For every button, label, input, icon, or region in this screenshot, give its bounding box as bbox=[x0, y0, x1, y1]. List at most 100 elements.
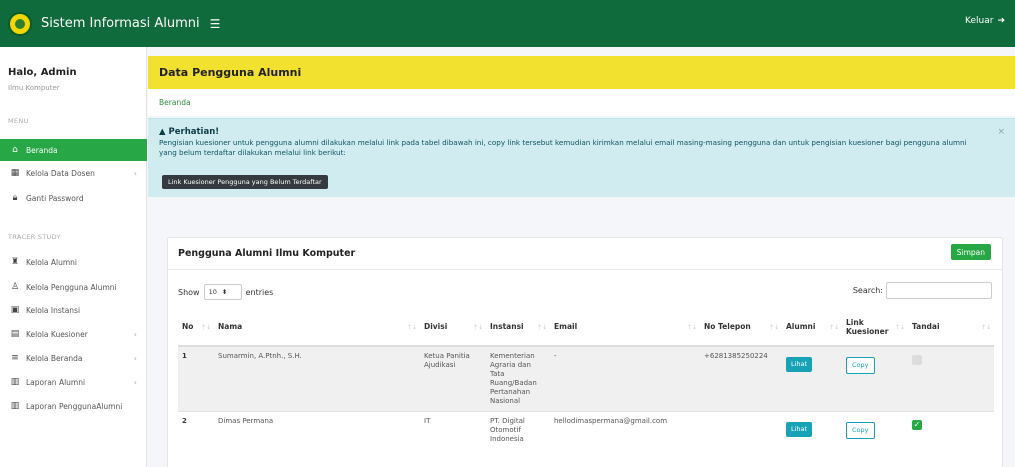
sidebar-item-ganti-password[interactable]: 🔒︎ Ganti Password bbox=[0, 187, 147, 209]
building-icon: ▣ bbox=[10, 305, 20, 315]
user-greeting: Halo, Admin bbox=[8, 67, 77, 78]
unregistered-questionnaire-link-button[interactable]: Link Kuesioner Pengguna yang Belum Terda… bbox=[162, 175, 328, 189]
cell-email: hellodimaspermana@gmail.com bbox=[550, 411, 700, 449]
sidebar-item-label: Laporan Alumni bbox=[26, 377, 86, 387]
cell-instansi: PT. Digital Otomotif Indonesia bbox=[486, 411, 550, 449]
sidebar-item-label: Kelola Kuesioner bbox=[26, 329, 88, 339]
cell-tandai bbox=[908, 346, 994, 412]
home-icon: ⌂ bbox=[12, 145, 18, 155]
sidebar-item-kelola-alumni[interactable]: ♜ Kelola Alumni bbox=[0, 251, 147, 273]
column-header-instansi[interactable]: Instansi ↑↓ bbox=[486, 308, 550, 347]
entries-select[interactable]: 10 ⬍ bbox=[203, 284, 242, 300]
chevron-left-icon: ‹ bbox=[133, 353, 137, 363]
search-input[interactable] bbox=[886, 282, 992, 299]
card-title: Pengguna Alumni Ilmu Komputer bbox=[178, 248, 356, 259]
page-header: Data Pengguna Alumni bbox=[148, 56, 1015, 89]
sidebar-item-label: Ganti Password bbox=[26, 193, 84, 203]
sort-icon: ↑↓ bbox=[894, 324, 905, 331]
sort-icon: ↑↓ bbox=[200, 324, 211, 331]
list-icon: ≡ bbox=[11, 353, 19, 363]
tracer-section-heading: TRACER STUDY bbox=[8, 233, 61, 241]
sidebar-item-kelola-instansi[interactable]: ▣ Kelola Instansi bbox=[0, 299, 147, 321]
search-control: Search: bbox=[853, 282, 992, 299]
graduate-icon: ♜ bbox=[10, 257, 20, 267]
show-label: Show bbox=[178, 287, 200, 297]
column-header-telepon[interactable]: No Telepon ↑↓ bbox=[700, 308, 782, 347]
sort-icon: ↑↓ bbox=[768, 324, 779, 331]
sidebar-item-label: Kelola Beranda bbox=[26, 353, 83, 363]
logout-icon: ➜ bbox=[997, 16, 1005, 26]
cell-email: - bbox=[550, 346, 700, 412]
cell-alumni: Lihat bbox=[782, 411, 842, 449]
search-label: Search: bbox=[852, 286, 883, 295]
user-icon: ♙ bbox=[10, 282, 20, 292]
sort-icon: ↑↓ bbox=[980, 324, 991, 331]
cell-link: Copy bbox=[842, 411, 908, 449]
column-header-alumni[interactable]: Alumni ↑↓ bbox=[782, 308, 842, 347]
column-header-email[interactable]: Email ↑↓ bbox=[550, 308, 700, 347]
sidebar-item-laporan-pengguna-alumni[interactable]: ▥ Laporan PenggunaAlumni bbox=[0, 395, 147, 417]
sidebar-item-label: Kelola Pengguna Alumni bbox=[26, 282, 117, 292]
sort-icon: ↑↓ bbox=[406, 324, 417, 331]
table-row: 2 Dimas Permana IT PT. Digital Otomotif … bbox=[178, 411, 994, 449]
column-header-tandai[interactable]: Tandai ↑↓ bbox=[908, 308, 994, 347]
user-role: Ilmu Komputer bbox=[8, 84, 60, 92]
column-header-nama[interactable]: Nama ↑↓ bbox=[214, 308, 420, 347]
card-divider bbox=[168, 269, 1002, 270]
clipboard-icon: ▤ bbox=[10, 329, 20, 339]
sidebar-item-kelola-data-dosen[interactable]: ▦ Kelola Data Dosen ‹ bbox=[0, 162, 147, 184]
top-navbar: Sistem Informasi Alumni ☰ Keluar ➜ bbox=[0, 0, 1015, 47]
sidebar-item-label: Kelola Instansi bbox=[26, 305, 81, 315]
view-alumni-button[interactable]: Lihat bbox=[786, 357, 813, 372]
app-title: Sistem Informasi Alumni bbox=[41, 16, 200, 31]
alert-title: ▲ Perhatian! bbox=[159, 127, 220, 137]
table-row: 1 Sumarmin, A.Ptnh., S.H. Ketua Panitia … bbox=[178, 346, 994, 412]
chevron-left-icon: ‹ bbox=[133, 168, 137, 178]
cell-alumni: Lihat bbox=[782, 346, 842, 412]
lock-icon: 🔒︎ bbox=[12, 193, 18, 203]
mark-checkbox[interactable] bbox=[912, 355, 922, 365]
sidebar-item-kelola-beranda[interactable]: ≡ Kelola Beranda ‹ bbox=[0, 347, 147, 369]
save-button[interactable]: Simpan bbox=[950, 244, 991, 260]
entries-control: Show 10 ⬍ entries bbox=[178, 284, 273, 300]
alert-text: Pengisian kuesioner untuk pengguna alumn… bbox=[159, 138, 967, 157]
university-logo bbox=[8, 11, 32, 36]
select-arrow-icon: ⬍ bbox=[221, 288, 228, 296]
warning-icon: ▲ bbox=[159, 127, 166, 137]
logout-button[interactable]: Keluar ➜ bbox=[965, 16, 1005, 26]
sidebar-item-kelola-pengguna-alumni[interactable]: ♙ Kelola Pengguna Alumni bbox=[0, 276, 147, 298]
sidebar-item-label: Beranda bbox=[26, 145, 58, 155]
cell-no: 1 bbox=[178, 346, 214, 412]
entries-label: entries bbox=[245, 287, 274, 297]
sidebar-item-laporan-alumni[interactable]: ▥ Laporan Alumni ‹ bbox=[0, 371, 147, 393]
copy-link-button[interactable]: Copy bbox=[846, 422, 875, 439]
sidebar-item-label: Kelola Alumni bbox=[26, 257, 78, 267]
copy-link-button[interactable]: Copy bbox=[846, 357, 875, 374]
users-card: Pengguna Alumni Ilmu Komputer Simpan Sho… bbox=[167, 237, 1003, 467]
table-icon: ▦ bbox=[10, 168, 20, 178]
sidebar-item-label: Kelola Data Dosen bbox=[26, 168, 95, 178]
breadcrumb-home-link[interactable]: Beranda bbox=[159, 98, 191, 107]
users-table: No ↑↓ Nama ↑↓ Divisi ↑↓ Instansi ↑↓ Email ↑↓ … bbox=[178, 308, 994, 449]
sort-icon: ↑↓ bbox=[536, 324, 547, 331]
cell-link: Copy bbox=[842, 346, 908, 412]
close-icon[interactable]: × bbox=[997, 127, 1005, 137]
column-header-no[interactable]: No ↑↓ bbox=[178, 308, 214, 347]
cell-nama: Sumarmin, A.Ptnh., S.H. bbox=[214, 346, 420, 412]
sort-icon: ↑↓ bbox=[686, 324, 697, 331]
menu-section-heading: MENU bbox=[8, 117, 29, 125]
logout-label: Keluar bbox=[965, 16, 994, 26]
chevron-left-icon: ‹ bbox=[133, 329, 137, 339]
mark-checkbox-checked[interactable]: ✓ bbox=[912, 420, 922, 430]
sidebar-item-beranda[interactable]: ⌂ Beranda bbox=[0, 139, 147, 161]
column-header-divisi[interactable]: Divisi ↑↓ bbox=[420, 308, 486, 347]
chevron-left-icon: ‹ bbox=[133, 377, 137, 387]
cell-divisi: Ketua Panitia Ajudikasi bbox=[420, 346, 486, 412]
sidebar-item-kelola-kuesioner[interactable]: ▤ Kelola Kuesioner ‹ bbox=[0, 323, 147, 345]
cell-nama: Dimas Permana bbox=[214, 411, 420, 449]
view-alumni-button[interactable]: Lihat bbox=[786, 422, 813, 437]
column-header-link-kuesioner[interactable]: Link Kuesioner ↑↓ bbox=[842, 308, 908, 347]
menu-toggle-icon[interactable]: ☰ bbox=[210, 17, 221, 31]
cell-telepon bbox=[700, 411, 782, 449]
cell-divisi: IT bbox=[420, 411, 486, 449]
